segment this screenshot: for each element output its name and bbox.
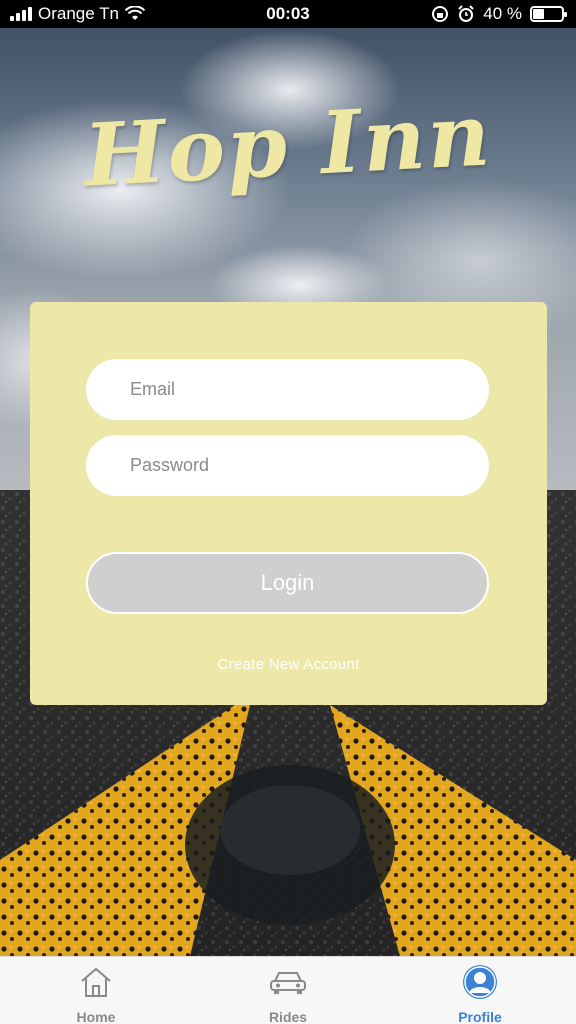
tab-profile[interactable]: Profile xyxy=(420,957,540,1024)
status-right: 40 % xyxy=(431,4,567,24)
profile-icon xyxy=(460,963,500,1001)
login-button[interactable]: Login xyxy=(86,552,489,614)
login-card: Login Create New Account xyxy=(30,302,547,705)
alarm-icon xyxy=(458,5,474,22)
car-icon xyxy=(268,963,308,1001)
tab-profile-label: Profile xyxy=(458,1009,502,1024)
tab-bar: Home Rides Profile xyxy=(0,956,576,1024)
email-field[interactable] xyxy=(86,359,489,420)
battery-percent: 40 % xyxy=(483,4,522,23)
status-bar: Orange Tn 00:03 40 % xyxy=(0,0,576,28)
tab-home[interactable]: Home xyxy=(36,957,156,1024)
tab-home-label: Home xyxy=(76,1009,116,1024)
tab-rides-label: Rides xyxy=(268,1009,308,1024)
password-field[interactable] xyxy=(86,435,489,496)
home-icon xyxy=(76,963,116,1001)
battery-icon xyxy=(530,6,567,22)
rotation-lock-icon xyxy=(432,6,449,22)
create-account-link[interactable]: Create New Account xyxy=(30,656,547,673)
tab-rides[interactable]: Rides xyxy=(228,957,348,1024)
